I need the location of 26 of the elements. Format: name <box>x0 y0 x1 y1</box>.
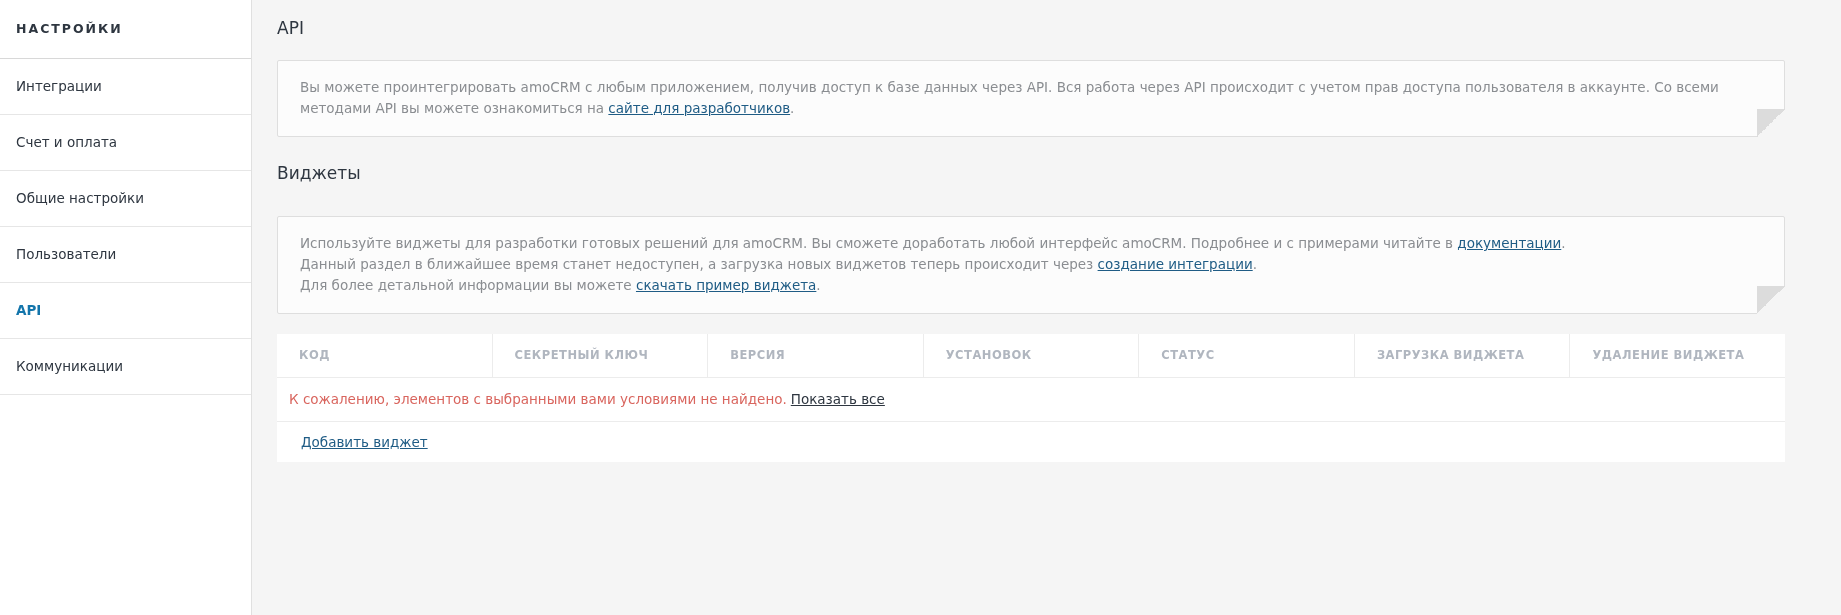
sidebar-item[interactable]: Интеграции <box>0 59 251 115</box>
section-title: API <box>277 17 305 40</box>
sidebar-title: НАСТРОЙКИ <box>0 0 251 59</box>
info-paragraph: Для более детальной информации вы можете скачать пример виджета. <box>300 276 822 295</box>
info-paragraph: Вы можете проинтегрировать amoCRM с любым приложением, получив доступ к базе данных через API. Вся работа через API происходит с учетом прав доступа пользователя в аккаунте. Со всеми методами API вы можете ознакомиться на сайте для разработчиков. <box>300 78 1720 118</box>
info-paragraph: Используйте виджеты для разработки готовых решений для amoCRM. Вы сможете доработать любой интерфейс amoCRM. Подробнее и с примерами читайте в документации. <box>300 234 1567 253</box>
column-header: ВЕРСИЯ <box>708 334 924 377</box>
add-widget-link[interactable]: Добавить виджет <box>301 431 428 453</box>
section-title: Виджеты <box>277 162 362 185</box>
info-link[interactable]: создание интеграции <box>1097 256 1253 272</box>
sidebar-item[interactable]: Пользователи <box>0 227 251 283</box>
sidebar-item[interactable]: Счет и оплата <box>0 115 251 171</box>
column-header: УСТАНОВОК <box>923 334 1140 377</box>
column-header: СЕКРЕТНЫЙ КЛЮЧ <box>492 334 709 377</box>
info-link[interactable]: скачать пример виджета <box>635 277 817 293</box>
info-paragraph: Данный раздел в ближайшее время станет недоступен, а загрузка новых виджетов теперь происходит через создание интеграции. <box>300 255 1258 274</box>
column-header: УДАЛЕНИЕ ВИДЖЕТА <box>1591 346 1746 364</box>
column-header: СТАТУС <box>1139 334 1355 377</box>
info-link[interactable]: документации <box>1457 235 1562 251</box>
sidebar-item[interactable]: API <box>0 283 251 339</box>
sidebar-item[interactable]: Коммуникации <box>0 339 251 395</box>
empty-message: К сожалению, элементов с выбранными вами условиями не найдено. <box>289 390 787 410</box>
show-all-link[interactable]: Показать все <box>790 389 885 410</box>
sidebar-item[interactable]: Общие настройки <box>0 171 251 227</box>
column-header: ЗАГРУЗКА ВИДЖЕТА <box>1354 334 1571 377</box>
column-header: КОД <box>277 334 493 377</box>
